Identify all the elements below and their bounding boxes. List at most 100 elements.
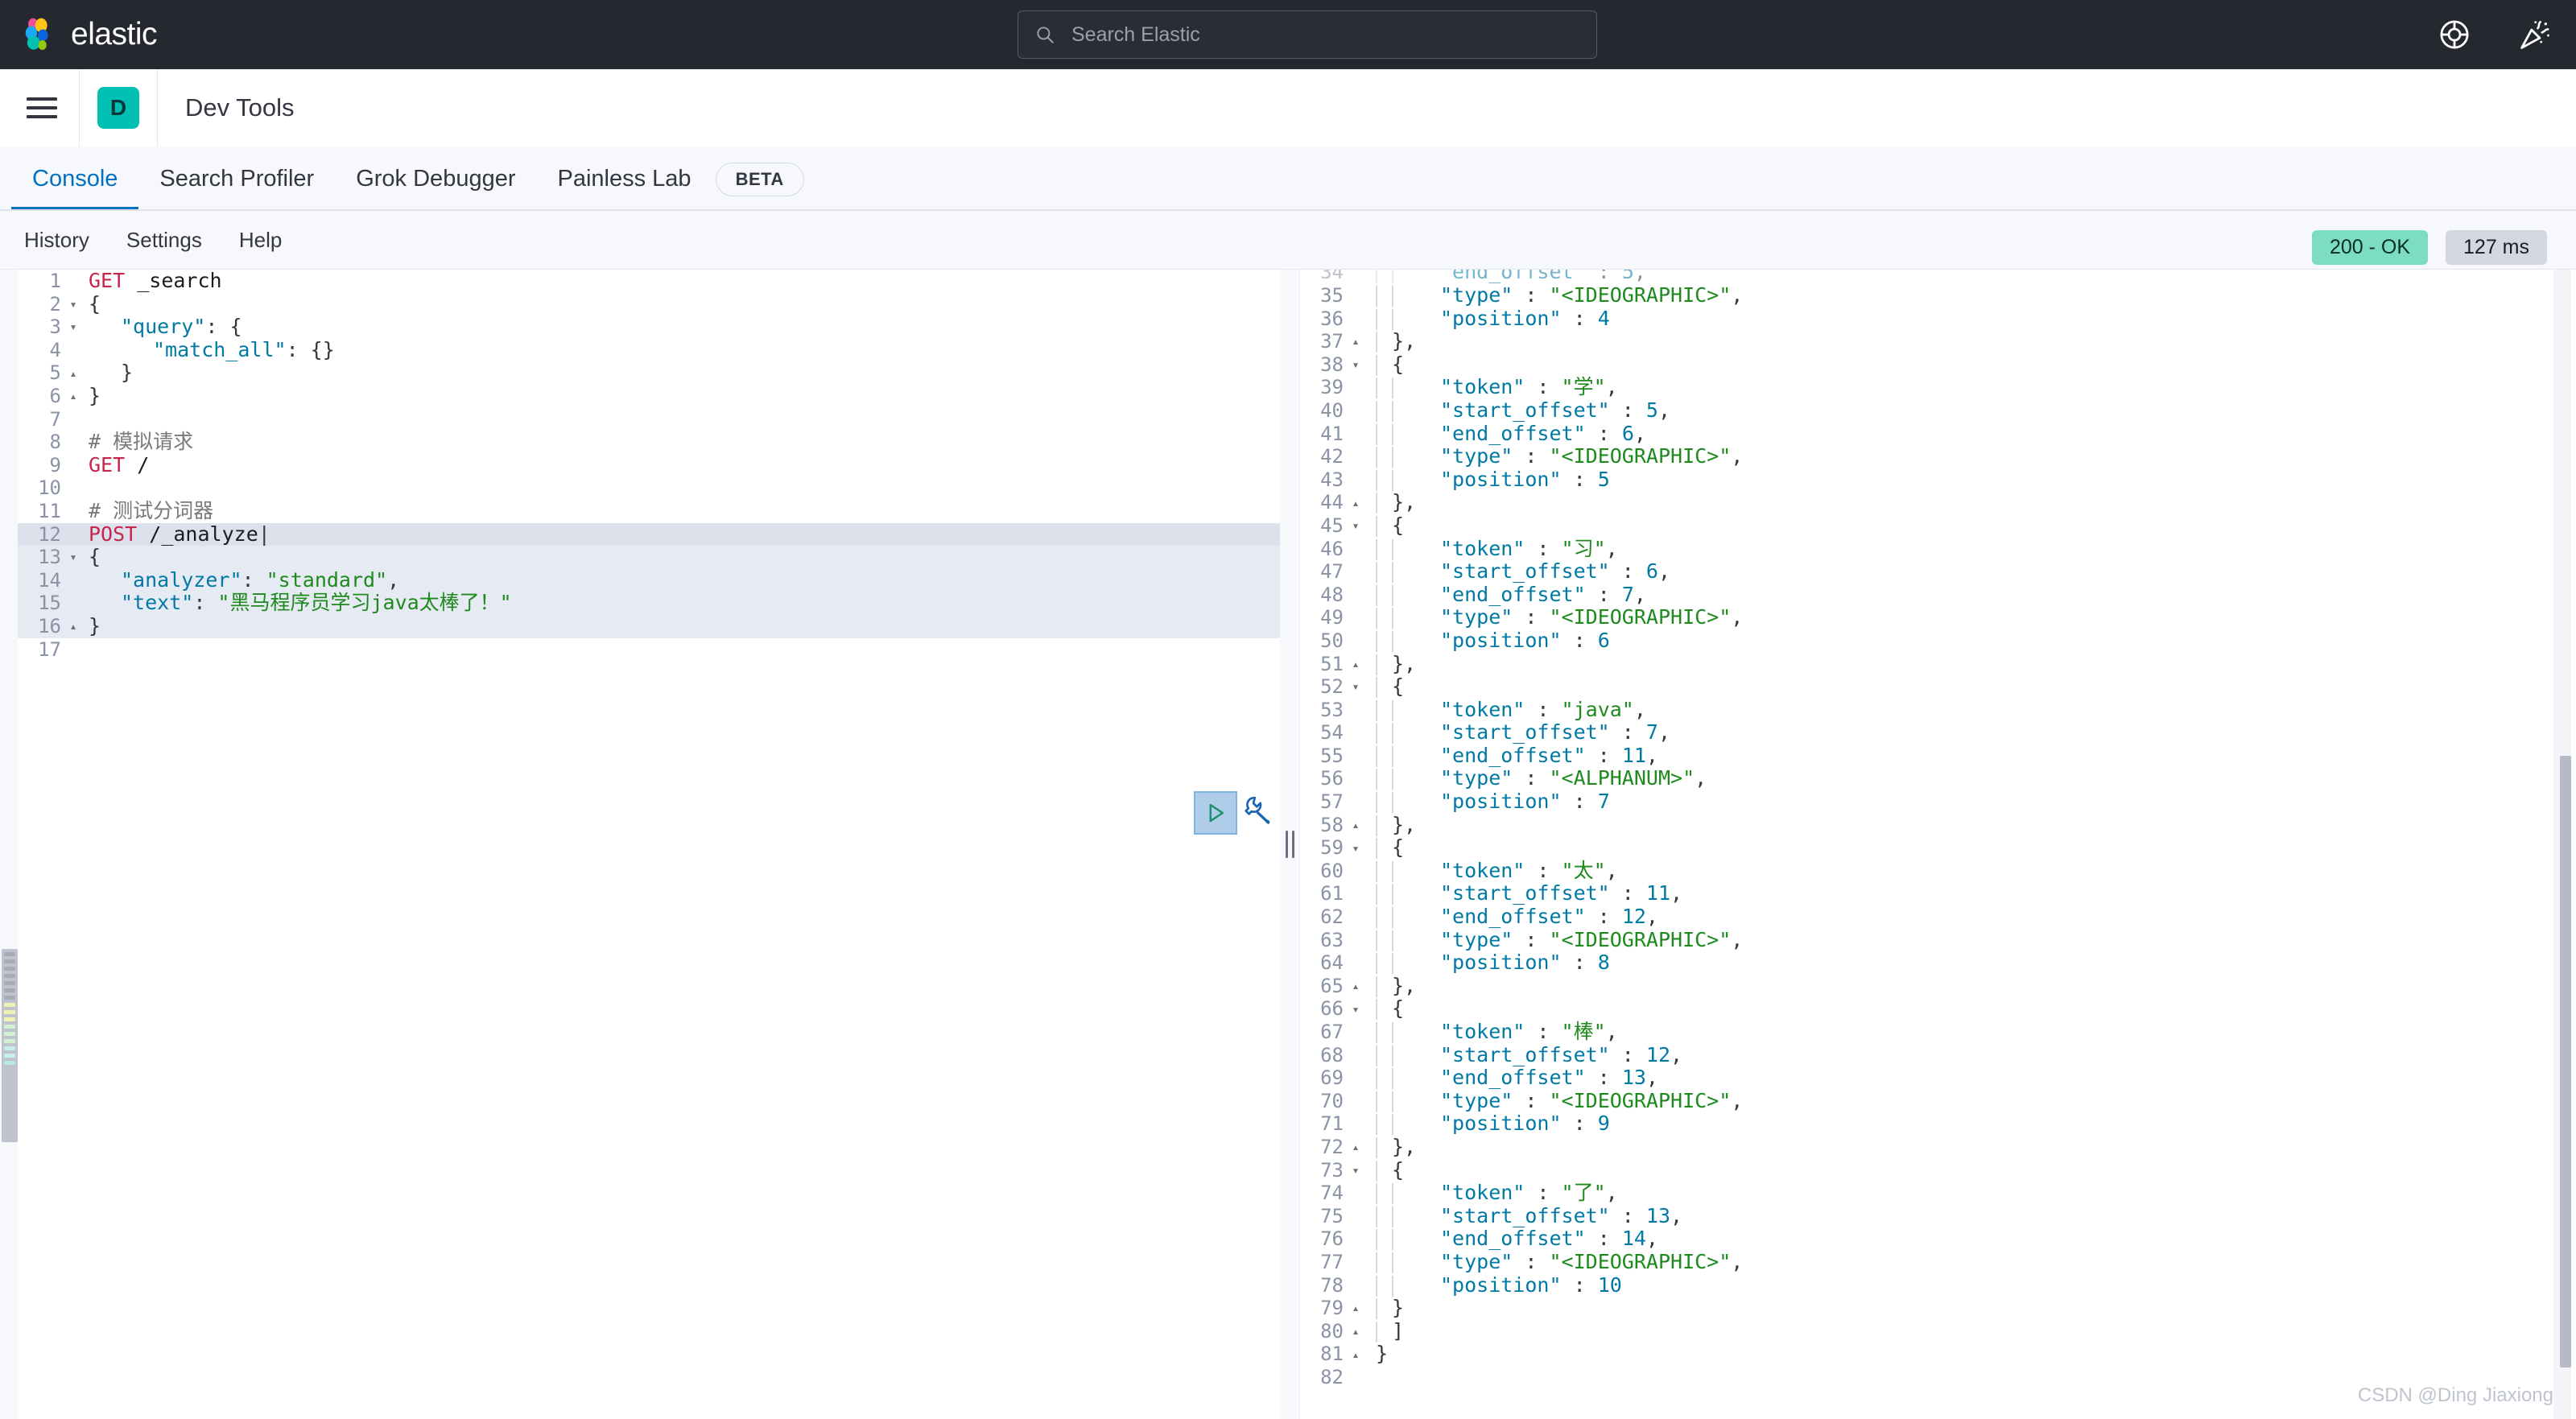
editor-line[interactable]: 11 # 测试分词器	[18, 499, 1280, 523]
response-line: 41 "end_offset" : 6,	[1300, 422, 2576, 446]
editor-line[interactable]: 9 GET /	[18, 453, 1280, 477]
editor-line[interactable]: 8 # 模拟请求	[18, 430, 1280, 454]
editor-line[interactable]: 1 GET _search	[18, 270, 1280, 293]
line-number: 41	[1320, 422, 1344, 445]
line-number: 79	[1320, 1297, 1344, 1320]
editor-line[interactable]: 15 "text": "黑马程序员学习java太棒了！"	[18, 592, 1280, 615]
fold-toggle-icon[interactable]: ▾	[1347, 837, 1364, 860]
response-line: 65 ▴},	[1300, 974, 2576, 998]
tab-painless-lab[interactable]: Painless Lab	[537, 146, 712, 211]
editor-line[interactable]: 13 ▾ {	[18, 545, 1280, 569]
brand[interactable]: elastic	[21, 16, 158, 53]
editor-line[interactable]: 14 "analyzer": "standard",	[18, 567, 1280, 592]
menu-history[interactable]: History	[24, 228, 89, 253]
line-code: "end_offset" : 14,	[1364, 1227, 1658, 1251]
tab-search-profiler[interactable]: Search Profiler	[138, 146, 335, 211]
minimap-thumb[interactable]	[2, 949, 18, 1142]
fold-toggle-icon[interactable]: ▾	[1347, 514, 1364, 537]
fold-toggle-icon[interactable]: ▾	[64, 546, 82, 568]
open-documentation-button[interactable]	[1240, 793, 1275, 828]
life-ring-help-icon[interactable]	[2438, 18, 2471, 52]
fold-toggle-icon[interactable]: ▴	[1347, 1136, 1364, 1158]
fold-toggle-icon[interactable]: ▴	[64, 362, 82, 385]
fold-toggle-icon[interactable]: ▴	[1347, 653, 1364, 675]
line-code: "token" : "了",	[1364, 1181, 1618, 1205]
editor-line[interactable]: 5 ▴}	[18, 361, 1280, 385]
tab-console[interactable]: Console	[11, 146, 139, 211]
fold-toggle-icon[interactable]: ▴	[1347, 492, 1364, 514]
search-input[interactable]	[1070, 22, 1553, 47]
line-number: 13	[38, 546, 61, 569]
editor-line[interactable]: 2 ▾ {	[18, 292, 1280, 316]
request-editor[interactable]: 1 GET _search 2 ▾{3 ▾ "query": {4 "match_all":…	[18, 270, 1280, 1419]
tab-console-label: Console	[32, 165, 118, 192]
response-line: 76 "end_offset" : 14,	[1300, 1227, 2576, 1251]
hamburger-menu-icon[interactable]	[21, 87, 63, 129]
response-line: 51 ▴},	[1300, 652, 2576, 676]
fold-toggle-icon[interactable]: ▴	[1347, 975, 1364, 997]
editor-line[interactable]: 4 "match_all": {}	[18, 338, 1280, 362]
response-line: 42 "type" : "<IDEOGRAPHIC>",	[1300, 444, 2576, 468]
editor-line[interactable]: 16 ▴}	[18, 614, 1280, 638]
response-scrollbar-track[interactable]	[2553, 270, 2571, 1419]
line-code: "text": "黑马程序员学习java太棒了！"	[121, 591, 512, 615]
line-number: 73	[1320, 1158, 1344, 1182]
editor-line[interactable]: 17	[18, 638, 1280, 662]
response-line: 62 "end_offset" : 12,	[1300, 905, 2576, 929]
line-code: # 模拟请求	[89, 430, 194, 454]
line-number: 38	[1320, 353, 1344, 376]
fold-toggle-icon[interactable]: ▴	[1347, 1343, 1364, 1366]
response-line: 50 "position" : 6	[1300, 629, 2576, 653]
response-line: 53 "token" : "java",	[1300, 698, 2576, 722]
line-code: "end_offset" : 7,	[1364, 583, 1646, 607]
editor-line[interactable]: 10	[18, 476, 1280, 500]
editor-line[interactable]: 7	[18, 408, 1280, 431]
line-number: 54	[1320, 721, 1344, 745]
fold-toggle-icon[interactable]: ▴	[1347, 1297, 1364, 1319]
panel-splitter[interactable]	[1280, 270, 1299, 1419]
response-scrollbar-thumb[interactable]	[2560, 756, 2571, 1367]
fold-toggle-icon[interactable]: ▾	[1347, 675, 1364, 698]
line-code: },	[1364, 329, 1416, 353]
tab-grok-debugger[interactable]: Grok Debugger	[335, 146, 536, 211]
line-code: "end_offset" : 12,	[1364, 905, 1658, 929]
response-line: 59 ▾{	[1300, 835, 2576, 860]
line-code: "analyzer": "standard",	[121, 567, 400, 592]
line-number: 5	[49, 361, 61, 385]
line-code: "start_offset" : 11,	[1364, 882, 1682, 905]
fold-toggle-icon[interactable]: ▴	[1347, 330, 1364, 353]
line-code: {	[1364, 353, 1404, 377]
fold-toggle-icon[interactable]: ▾	[1347, 1159, 1364, 1182]
line-number: 69	[1320, 1066, 1344, 1090]
editor-line[interactable]: 12 POST /_analyze|	[18, 522, 1280, 547]
response-viewer[interactable]: 34 "end_offset" : 5, 35 "type" : "<IDEOGRAP…	[1299, 270, 2576, 1419]
fold-toggle-icon[interactable]: ▴	[1347, 1320, 1364, 1343]
fold-toggle-icon[interactable]: ▴	[64, 615, 82, 637]
line-number: 46	[1320, 537, 1344, 560]
fold-toggle-icon[interactable]: ▾	[1347, 353, 1364, 376]
beta-badge[interactable]: BETA	[715, 163, 804, 196]
line-code: "type" : "<IDEOGRAPHIC>",	[1364, 1250, 1743, 1274]
menu-help[interactable]: Help	[239, 228, 282, 253]
fold-toggle-icon[interactable]: ▾	[64, 293, 82, 316]
line-number: 11	[38, 499, 61, 522]
top-bar-actions	[2438, 0, 2552, 69]
menu-settings[interactable]: Settings	[126, 228, 202, 253]
line-number: 7	[49, 407, 61, 431]
play-triangle-icon	[1209, 803, 1224, 823]
editor-line[interactable]: 3 ▾ "query": {	[18, 315, 1280, 339]
line-number: 17	[38, 637, 61, 661]
editor-minimap[interactable]	[0, 270, 18, 1419]
send-request-button[interactable]	[1194, 791, 1237, 835]
editor-line[interactable]: 6 ▴}	[18, 384, 1280, 408]
line-number: 77	[1320, 1250, 1344, 1273]
global-search[interactable]	[1018, 10, 1597, 59]
confetti-party-icon[interactable]	[2518, 18, 2552, 52]
fold-toggle-icon[interactable]: ▾	[64, 316, 82, 338]
line-number: 36	[1320, 307, 1344, 330]
fold-toggle-icon[interactable]: ▴	[1347, 814, 1364, 836]
fold-toggle-icon[interactable]: ▴	[64, 385, 82, 407]
splitter-grip-icon	[1285, 831, 1294, 858]
fold-toggle-icon[interactable]: ▾	[1347, 998, 1364, 1021]
